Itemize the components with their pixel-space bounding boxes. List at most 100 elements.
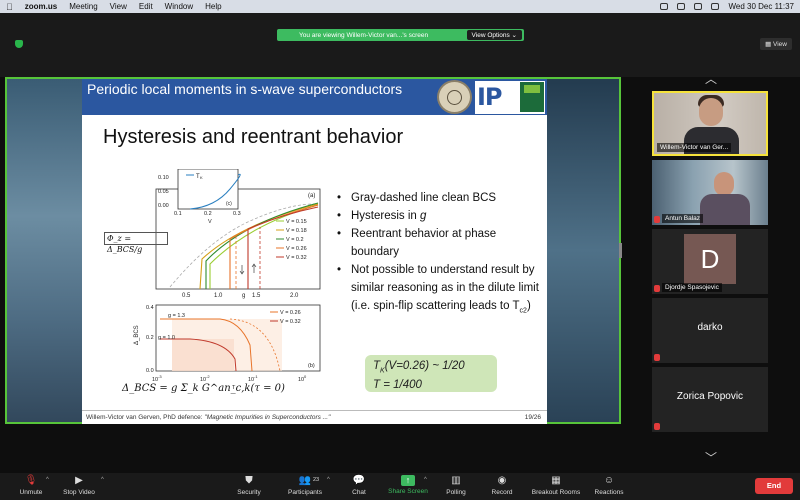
bullet-item: Reentrant behavior at phase boundary (337, 225, 542, 261)
chat-bubble-icon: 💬 (352, 475, 366, 486)
stop-video-button[interactable]: ▶ Stop Video (58, 475, 100, 496)
microphone-muted-icon (654, 216, 660, 223)
unmute-options-caret[interactable]: ^ (46, 477, 49, 483)
svg-text:-3: -3 (158, 374, 162, 379)
svg-text:2.0: 2.0 (290, 293, 299, 299)
status-icon[interactable] (677, 3, 686, 10)
polling-button[interactable]: ▥ Polling (442, 475, 470, 496)
participants-button[interactable]: 👥 Participants (283, 475, 327, 496)
panel-b: g = 1.3 g = 1.0 V = 0.26 V = 0.32 (b) 0.… (134, 304, 321, 391)
menu-app[interactable]: zoom.us (25, 2, 57, 11)
wifi-icon[interactable] (694, 3, 703, 10)
svg-text:g = 1.0: g = 1.0 (158, 335, 175, 341)
chevron-up-icon[interactable]: ︿ (703, 70, 719, 86)
svg-text:V: V (208, 219, 212, 225)
svg-text:0.4: 0.4 (146, 305, 154, 311)
presentation-slide: Periodic local moments in s-wave superco… (82, 79, 547, 424)
svg-text:0.3: 0.3 (233, 211, 241, 217)
view-options-button[interactable]: View Options ⌄ (466, 30, 522, 40)
university-seal-logo (437, 80, 472, 114)
bullet-item: Hysteresis in g (337, 207, 542, 225)
end-meeting-button[interactable]: End (755, 478, 793, 494)
zoom-top-bar: You are viewing Willem-Victor van...'s s… (0, 13, 800, 77)
microphone-muted-icon (654, 354, 660, 361)
svg-text:0.2: 0.2 (146, 335, 154, 341)
svg-text:(c): (c) (226, 201, 232, 207)
participant-name: Willem-Victor van Ger... (657, 143, 732, 152)
svg-text:1.5: 1.5 (252, 293, 261, 299)
participant-tile[interactable]: Willem-Victor van Ger... (652, 91, 768, 156)
chat-button[interactable]: 💬 Chat (347, 475, 371, 496)
smiley-icon: ☺ (603, 475, 615, 486)
panel-c: T K (c) 0.100.050.00 0.1 0.2 0.3 V (158, 169, 241, 225)
svg-text:0.5: 0.5 (182, 293, 191, 299)
footer-author: Willem-Victor van Gerven, PhD defence: (86, 414, 203, 421)
slide-title: Hysteresis and reentrant behavior (103, 126, 404, 148)
participant-tile[interactable]: Antun Balaz (652, 160, 768, 225)
shared-screen[interactable]: Periodic local moments in s-wave superco… (5, 77, 621, 424)
clock[interactable]: Wed 30 Dec 11:37 (728, 2, 794, 11)
record-button[interactable]: ◉ Record (488, 475, 516, 496)
participants-count: 23 (313, 477, 320, 483)
video-options-caret[interactable]: ^ (101, 477, 104, 483)
microphone-muted-icon: 🎙 (24, 475, 38, 486)
bullet-list: Gray-dashed line clean BCS Hysteresis in… (337, 189, 542, 320)
unmute-button[interactable]: 🎙 Unmute (14, 475, 48, 496)
participant-name: Antun Balaz (662, 214, 704, 223)
bullet-item: Gray-dashed line clean BCS (337, 189, 542, 207)
share-banner-text: You are viewing Willem-Victor van...'s s… (299, 31, 429, 39)
chevron-down-icon[interactable]: ﹀ (703, 449, 719, 465)
menu-edit[interactable]: Edit (139, 2, 153, 11)
svg-text:-1: -1 (254, 374, 258, 379)
slide-number: 19/26 (524, 414, 541, 421)
record-dot-icon: ◉ (497, 475, 507, 486)
menu-window[interactable]: Window (165, 2, 193, 11)
svg-text:1.0: 1.0 (214, 293, 223, 299)
menu-help[interactable]: Help (205, 2, 221, 11)
svg-text:V = 0.26: V = 0.26 (286, 246, 307, 252)
delta-formula: Δ_BCS = g Σ_k G^an_c,k(τ = 0) (122, 383, 285, 394)
security-button[interactable]: ⛊ Security (232, 475, 266, 496)
svg-text:V = 0.32: V = 0.32 (280, 319, 301, 325)
menu-view[interactable]: View (110, 2, 127, 11)
slide-footer: Willem-Victor van Gerven, PhD defence: "… (82, 410, 547, 424)
grid-icon: ▦ (551, 475, 561, 486)
shield-icon[interactable] (15, 40, 23, 48)
slide-section-title: Periodic local moments in s-wave superco… (87, 81, 403, 97)
reactions-button[interactable]: ☺ Reactions (592, 475, 626, 496)
svg-text:V = 0.18: V = 0.18 (286, 228, 307, 234)
desktop-wallpaper (546, 79, 619, 422)
participants-options-caret[interactable]: ^ (327, 477, 330, 483)
svg-text:0.05: 0.05 (158, 189, 169, 195)
microphone-muted-icon (654, 423, 660, 430)
view-button[interactable]: ▦ View (760, 38, 792, 50)
footer-title: "Magnetic Impurities in Superconductors … (204, 414, 331, 421)
participant-tile[interactable]: Zorica Popovic (652, 367, 768, 432)
bullet-item: Not possible to understand result by sim… (337, 261, 542, 320)
status-icon[interactable] (660, 3, 669, 10)
shared-screen-inner: Periodic local moments in s-wave superco… (7, 79, 619, 424)
svg-text:g: g (242, 293, 245, 299)
split-handle[interactable] (619, 243, 622, 258)
participant-tile[interactable]: D Djordje Spasojevic (652, 229, 768, 294)
share-options-caret[interactable]: ^ (424, 477, 427, 483)
participant-tile[interactable]: darko (652, 298, 768, 363)
microphone-muted-icon (654, 285, 660, 292)
video-camera-icon: ▶ (75, 475, 83, 486)
desktop-wallpaper (7, 79, 82, 422)
battery-icon[interactable] (711, 3, 720, 10)
svg-text:V = 0.15: V = 0.15 (286, 219, 307, 225)
participant-name: Zorica Popovic (676, 391, 744, 402)
svg-text:0.1: 0.1 (174, 211, 182, 217)
kondo-temperature-box: TK(V=0.26) ~ 1/20 T = 1/400 (365, 355, 497, 392)
svg-text:V = 0.32: V = 0.32 (286, 255, 307, 261)
svg-text:Δ_BCS: Δ_BCS (134, 325, 140, 345)
menu-meeting[interactable]: Meeting (69, 2, 97, 11)
meeting-toolbar: 🎙 Unmute ^ ▶ Stop Video ^ ⛊ Security 👥 P… (0, 473, 800, 500)
poll-bars-icon: ▥ (451, 475, 461, 486)
svg-text:K: K (200, 175, 203, 180)
share-screen-arrow-icon: ↑ (401, 475, 415, 486)
phi-formula: Φ_z = Δ_BCS/g (104, 232, 168, 254)
breakout-rooms-button[interactable]: ▦ Breakout Rooms (528, 475, 584, 496)
apple-icon[interactable]:  (6, 2, 13, 12)
